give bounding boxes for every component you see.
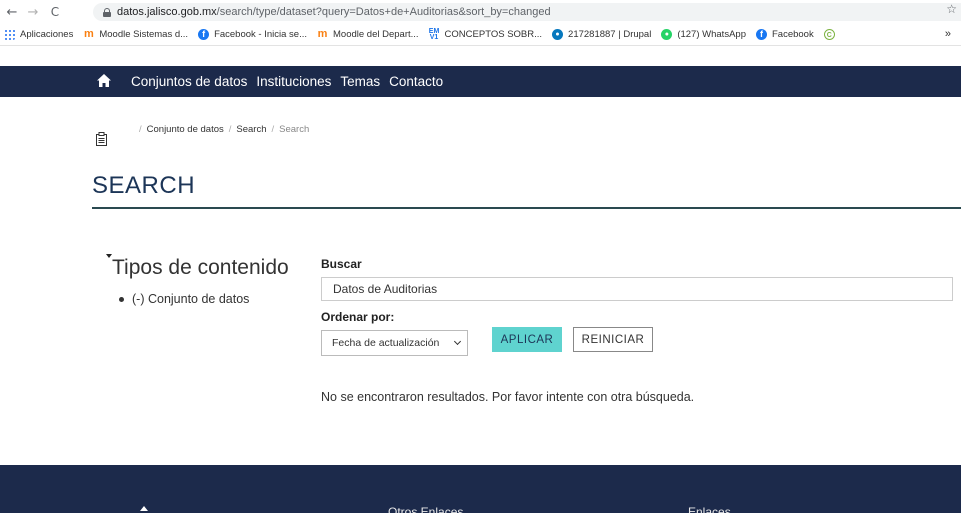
facebook-icon: f	[198, 29, 210, 40]
bookmark-item[interactable]: ● 217281887 | Drupal	[552, 29, 651, 40]
bookmark-label: Facebook	[771, 29, 814, 40]
bookmark-item[interactable]: C	[823, 29, 840, 40]
bookmark-label: Moodle del Depart...	[333, 29, 419, 40]
bookmark-label: Moodle Sistemas d...	[99, 29, 189, 40]
drupal-icon: ●	[552, 29, 564, 40]
bookmark-item[interactable]: m Moodle Sistemas d...	[83, 28, 189, 41]
address-bar[interactable]: datos.jalisco.gob.mx/search/type/dataset…	[93, 3, 961, 21]
em-icon: EM V1	[428, 28, 440, 41]
url-host: datos.jalisco.gob.mx	[117, 6, 217, 18]
breadcrumb: / Conjunto de datos / Search / Search	[134, 124, 309, 135]
bullet-icon	[119, 296, 124, 302]
chevron-down-icon	[453, 337, 462, 346]
moodle-icon: m	[317, 28, 328, 40]
apply-button[interactable]: APLICAR	[492, 327, 562, 352]
bookmark-label: 217281887 | Drupal	[568, 29, 652, 40]
bookmark-item[interactable]: EM V1 CONCEPTOS SOBR...	[428, 28, 543, 41]
bookmark-item[interactable]: f Facebook	[755, 29, 814, 40]
title-divider	[92, 207, 961, 209]
breadcrumb-item[interactable]: Search	[236, 124, 266, 135]
home-icon[interactable]	[97, 74, 111, 87]
bookmark-item[interactable]: ● (127) WhatsApp	[661, 29, 746, 40]
scroll-up-caret-icon[interactable]	[140, 506, 148, 511]
reload-icon[interactable]: C	[47, 5, 63, 19]
document-icon	[96, 132, 107, 146]
facebook-icon: f	[755, 29, 767, 40]
footer-heading-otros-enlaces: Otros Enlaces	[388, 505, 464, 513]
bookmark-star-icon[interactable]: ☆	[946, 2, 957, 16]
search-input[interactable]	[321, 277, 953, 301]
sort-label: Ordenar por:	[321, 310, 395, 324]
browser-toolbar: ← → C datos.jalisco.gob.mx/search/type/d…	[0, 0, 961, 24]
bookmark-label: Aplicaciones	[20, 29, 74, 40]
nav-link-contacto[interactable]: Contacto	[389, 74, 443, 89]
facet-item[interactable]: (-) Conjunto de datos	[119, 292, 249, 306]
copyright-icon: C	[823, 29, 835, 40]
site-footer: Otros Enlaces Enlaces	[0, 465, 961, 513]
breadcrumb-separator: /	[271, 124, 275, 135]
breadcrumb-separator: /	[228, 124, 232, 135]
whatsapp-icon: ●	[661, 29, 673, 40]
nav-link-instituciones[interactable]: Instituciones	[256, 74, 331, 89]
page-title: SEARCH	[92, 172, 196, 199]
bookmark-label: CONCEPTOS SOBR...	[444, 29, 543, 40]
sort-select[interactable]: Fecha de actualización	[321, 330, 468, 356]
footer-heading-enlaces: Enlaces	[688, 505, 731, 513]
nav-links: Conjuntos de datos Instituciones Temas C…	[131, 66, 452, 97]
moodle-icon: m	[83, 28, 94, 40]
back-arrow-icon[interactable]: ←	[4, 5, 20, 20]
bookmarks-bar: Aplicaciones m Moodle Sistemas d... f Fa…	[0, 24, 961, 46]
more-bookmarks-button[interactable]: »	[945, 28, 951, 40]
apps-grid-icon	[4, 29, 15, 40]
nav-link-conjuntos[interactable]: Conjuntos de datos	[131, 74, 247, 89]
bookmark-label: Facebook - Inicia se...	[214, 29, 307, 40]
lock-icon	[103, 7, 111, 17]
search-label: Buscar	[321, 257, 362, 271]
bookmark-item[interactable]: Aplicaciones	[4, 29, 73, 40]
breadcrumb-item[interactable]: Conjunto de datos	[147, 124, 224, 135]
facet-item-label: (-) Conjunto de datos	[132, 292, 250, 306]
no-results-message: No se encontraron resultados. Por favor …	[321, 390, 695, 404]
forward-arrow-icon[interactable]: →	[25, 5, 41, 20]
nav-link-temas[interactable]: Temas	[340, 74, 380, 89]
bookmark-label: (127) WhatsApp	[677, 29, 746, 40]
bookmark-item[interactable]: f Facebook - Inicia se...	[198, 29, 307, 40]
breadcrumb-separator: /	[139, 124, 142, 135]
site-navbar: Conjuntos de datos Instituciones Temas C…	[0, 66, 961, 97]
url-path: /search/type/dataset?query=Datos+de+Audi…	[216, 6, 551, 18]
reset-button[interactable]: REINICIAR	[573, 327, 653, 352]
sort-selected-value: Fecha de actualización	[332, 337, 440, 349]
facet-title: Tipos de contenido	[112, 256, 289, 279]
breadcrumb-current: Search	[279, 124, 310, 135]
bookmark-item[interactable]: m Moodle del Depart...	[317, 28, 419, 41]
